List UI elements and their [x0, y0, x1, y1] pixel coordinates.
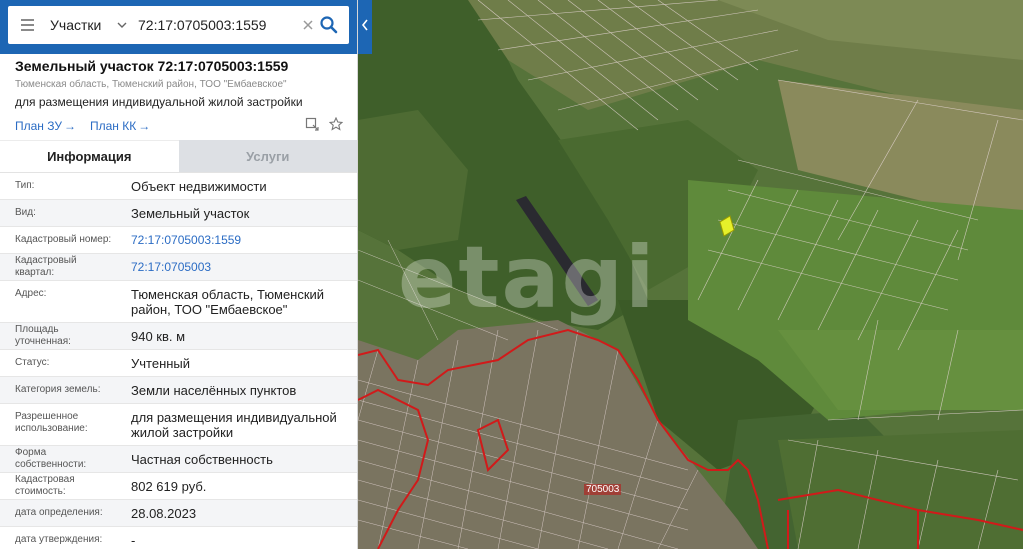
table-row: Кадастровая стоимость: 802 619 руб. — [0, 473, 357, 500]
links-row: План ЗУ → План КК → — [15, 116, 344, 136]
quarter-map-label: 705003 — [584, 484, 622, 495]
row-value: - — [131, 532, 136, 548]
row-label: Адрес: — [15, 288, 47, 299]
table-row: дата определения: 28.08.2023 — [0, 500, 357, 527]
address-subtitle: Тюменская область, Тюменский район, ТОО … — [15, 79, 287, 90]
row-label: Площадь уточненная: — [15, 324, 71, 347]
purpose-text: для размещения индивидуальной жилой заст… — [15, 95, 303, 109]
tabs: Информация Услуги — [0, 140, 357, 172]
map-view[interactable]: etagi 705003 — [358, 0, 1023, 549]
row-value: для размещения индивидуальной жилой заст… — [131, 410, 337, 440]
plan-kk-label: План КК — [90, 119, 137, 133]
search-type-select[interactable]: Участки — [46, 17, 114, 33]
card-actions — [305, 116, 344, 136]
info-panel: Участки Земельный участок 72:17:0705003:… — [0, 0, 358, 549]
share-icon[interactable] — [305, 117, 319, 136]
search-icon[interactable] — [318, 14, 340, 36]
row-value: 940 кв. м — [131, 328, 186, 344]
row-value: Земельный участок — [131, 205, 250, 221]
collapse-panel-button[interactable] — [358, 0, 372, 54]
cadastral-number-link[interactable]: 72:17:0705003:1559 — [116, 233, 357, 248]
row-label: дата определения: — [15, 507, 103, 518]
plan-zu-link[interactable]: План ЗУ → — [15, 119, 76, 133]
row-label: дата утверждения: — [15, 534, 103, 545]
row-value: Земли населённых пунктов — [131, 382, 297, 398]
tab-services[interactable]: Услуги — [178, 140, 357, 172]
table-row: Категория земель: Земли населённых пункт… — [0, 377, 357, 404]
row-value: 28.08.2023 — [131, 505, 197, 521]
table-row: дата утверждения: - — [0, 527, 357, 549]
close-icon[interactable] — [300, 17, 316, 33]
table-row: Кадастровый квартал: 72:17:0705003 — [0, 254, 357, 281]
row-label: Статус: — [15, 357, 50, 368]
row-value: Учтенный — [131, 355, 191, 371]
menu-icon[interactable] — [8, 6, 46, 44]
row-label: Разрешенное использование: — [15, 411, 88, 434]
search-box: Участки — [8, 6, 349, 44]
watermark-text: etagi — [398, 228, 657, 328]
search-input[interactable] — [138, 17, 304, 33]
row-label: Кадастровая стоимость: — [15, 474, 75, 497]
row-value: 802 619 руб. — [131, 478, 207, 494]
table-row: Разрешенное использование: для размещени… — [0, 404, 357, 446]
table-row: Площадь уточненная: 940 кв. м — [0, 323, 357, 350]
row-value: Тюменская область, Тюменский район, ТОО … — [131, 287, 325, 317]
plan-kk-link[interactable]: План КК → — [90, 119, 150, 133]
row-label: Кадастровый квартал: — [15, 255, 77, 278]
cadastral-quarter-link[interactable]: 72:17:0705003 — [116, 260, 357, 275]
row-label: Вид: — [15, 207, 36, 218]
page-title: Земельный участок 72:17:0705003:1559 — [15, 58, 289, 74]
chevron-left-icon — [361, 18, 369, 36]
card-header: Земельный участок 72:17:0705003:1559 Тюм… — [0, 54, 357, 134]
row-value: Частная собственность — [131, 451, 273, 467]
table-row: Форма собственности: Частная собственнос… — [0, 446, 357, 473]
chevron-down-icon[interactable] — [114, 17, 130, 33]
star-icon[interactable] — [328, 116, 344, 136]
plan-zu-label: План ЗУ — [15, 119, 62, 133]
row-label: Тип: — [15, 180, 35, 191]
arrow-right-icon: → — [64, 119, 76, 133]
table-row: Статус: Учтенный — [0, 350, 357, 377]
table-row: Вид: Земельный участок — [0, 200, 357, 227]
info-table: Тип: Объект недвижимости Вид: Земельный … — [0, 172, 357, 549]
table-row: Адрес: Тюменская область, Тюменский райо… — [0, 281, 357, 323]
arrow-right-icon: → — [138, 119, 151, 133]
table-row: Тип: Объект недвижимости — [0, 173, 357, 200]
search-bar: Участки — [0, 0, 357, 54]
row-label: Кадастровый номер: — [15, 234, 112, 245]
table-row: Кадастровый номер: 72:17:0705003:1559 — [0, 227, 357, 254]
row-label: Форма собственности: — [15, 447, 87, 470]
row-label: Категория земель: — [15, 384, 101, 395]
tab-info[interactable]: Информация — [0, 140, 179, 172]
row-value: Объект недвижимости — [131, 178, 267, 194]
